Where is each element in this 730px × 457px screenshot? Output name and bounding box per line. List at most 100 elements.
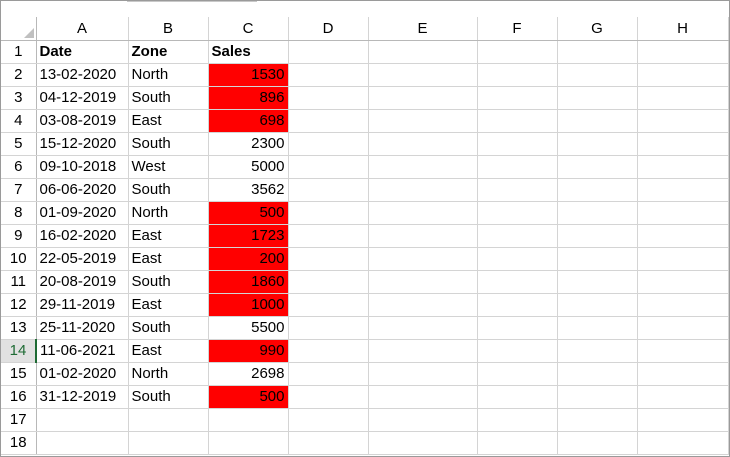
cell-zone[interactable]: East (128, 247, 209, 271)
cell-date[interactable]: 29-11-2019 (36, 293, 129, 317)
cell-empty[interactable] (288, 132, 369, 156)
cell-zone[interactable]: North (128, 63, 209, 87)
row-header[interactable]: 2 (1, 63, 37, 87)
cell-empty[interactable] (557, 316, 638, 340)
cell-date[interactable]: 13-02-2020 (36, 63, 129, 87)
cell-sales[interactable]: 5000 (208, 155, 289, 179)
cell-empty[interactable] (637, 63, 729, 87)
cell-empty[interactable] (368, 362, 478, 386)
row-header[interactable]: 15 (1, 362, 37, 386)
cell-empty[interactable] (288, 178, 369, 202)
cell-empty[interactable] (557, 63, 638, 87)
cell-empty[interactable] (637, 339, 729, 363)
column-header-c[interactable]: C (208, 17, 289, 41)
row-header[interactable]: 12 (1, 293, 37, 317)
cell-empty[interactable] (637, 408, 729, 432)
cell-sales[interactable]: 1723 (208, 224, 289, 248)
cell-date[interactable]: 25-11-2020 (36, 316, 129, 340)
cell-date[interactable]: 03-08-2019 (36, 109, 129, 133)
cell-date-header[interactable]: Date (36, 40, 129, 64)
cell-date[interactable]: 31-12-2019 (36, 385, 129, 409)
cell-empty[interactable] (288, 247, 369, 271)
cell-sales[interactable]: 500 (208, 385, 289, 409)
cell-empty[interactable] (637, 109, 729, 133)
cell-date[interactable]: 01-09-2020 (36, 201, 129, 225)
row-header[interactable]: 10 (1, 247, 37, 271)
cell-empty[interactable] (557, 132, 638, 156)
row-header[interactable]: 11 (1, 270, 37, 294)
cell-sales[interactable]: 990 (208, 339, 289, 363)
cell-empty[interactable] (368, 385, 478, 409)
cell-zone[interactable]: East (128, 293, 209, 317)
cell-empty[interactable] (477, 385, 558, 409)
row-header[interactable]: 16 (1, 385, 37, 409)
cell-empty[interactable] (557, 385, 638, 409)
cell-sales[interactable]: 1530 (208, 63, 289, 87)
cell-zone[interactable]: North (128, 362, 209, 386)
cell-empty[interactable] (368, 86, 478, 110)
cell-sales[interactable]: 3562 (208, 178, 289, 202)
cell-empty[interactable] (477, 339, 558, 363)
cell-empty[interactable] (368, 408, 478, 432)
cell-empty[interactable] (637, 316, 729, 340)
cell-empty[interactable] (477, 408, 558, 432)
cell-zone[interactable]: South (128, 132, 209, 156)
cell-empty[interactable] (637, 155, 729, 179)
cell-empty[interactable] (288, 109, 369, 133)
cell-date[interactable]: 16-02-2020 (36, 224, 129, 248)
cell-empty[interactable] (288, 408, 369, 432)
cell-empty[interactable] (288, 201, 369, 225)
cell-empty[interactable] (368, 247, 478, 271)
cell-empty[interactable] (477, 362, 558, 386)
cell-empty[interactable] (477, 431, 558, 455)
cell-empty[interactable] (557, 362, 638, 386)
cell-empty[interactable] (557, 247, 638, 271)
cell-empty[interactable] (477, 224, 558, 248)
cell-empty[interactable] (288, 40, 369, 64)
cell-empty[interactable] (368, 270, 478, 294)
column-header-b[interactable]: B (128, 17, 209, 41)
cell-zone[interactable]: East (128, 109, 209, 133)
cell-empty[interactable] (36, 408, 129, 432)
cell-empty[interactable] (557, 109, 638, 133)
cell-empty[interactable] (368, 224, 478, 248)
column-header-h[interactable]: H (637, 17, 729, 41)
cell-empty[interactable] (637, 178, 729, 202)
cell-sales[interactable]: 896 (208, 86, 289, 110)
cell-empty[interactable] (288, 316, 369, 340)
row-header[interactable]: 13 (1, 316, 37, 340)
cell-empty[interactable] (637, 431, 729, 455)
cell-empty[interactable] (557, 408, 638, 432)
cell-date[interactable]: 11-06-2021 (36, 339, 129, 363)
cell-empty[interactable] (128, 431, 209, 455)
cell-date[interactable]: 01-02-2020 (36, 362, 129, 386)
column-header-a[interactable]: A (36, 17, 129, 41)
cell-empty[interactable] (637, 40, 729, 64)
cell-zone[interactable]: South (128, 270, 209, 294)
cell-empty[interactable] (637, 86, 729, 110)
cell-sales[interactable]: 698 (208, 109, 289, 133)
cell-sales[interactable]: 1000 (208, 293, 289, 317)
cell-date[interactable]: 04-12-2019 (36, 86, 129, 110)
cell-empty[interactable] (288, 270, 369, 294)
cell-zone[interactable]: South (128, 385, 209, 409)
cell-empty[interactable] (288, 155, 369, 179)
cell-empty[interactable] (368, 339, 478, 363)
cell-empty[interactable] (557, 86, 638, 110)
row-header[interactable]: 1 (1, 40, 37, 64)
cell-empty[interactable] (288, 431, 369, 455)
cell-empty[interactable] (477, 247, 558, 271)
cell-empty[interactable] (368, 178, 478, 202)
cell-date[interactable]: 06-06-2020 (36, 178, 129, 202)
select-all-button[interactable] (1, 17, 37, 41)
column-header-d[interactable]: D (288, 17, 369, 41)
cell-empty[interactable] (637, 362, 729, 386)
cell-empty[interactable] (128, 408, 209, 432)
row-header[interactable]: 8 (1, 201, 37, 225)
cell-empty[interactable] (477, 86, 558, 110)
cell-date[interactable]: 15-12-2020 (36, 132, 129, 156)
column-header-g[interactable]: G (557, 17, 638, 41)
cell-empty[interactable] (288, 224, 369, 248)
row-header[interactable]: 7 (1, 178, 37, 202)
cell-empty[interactable] (477, 293, 558, 317)
